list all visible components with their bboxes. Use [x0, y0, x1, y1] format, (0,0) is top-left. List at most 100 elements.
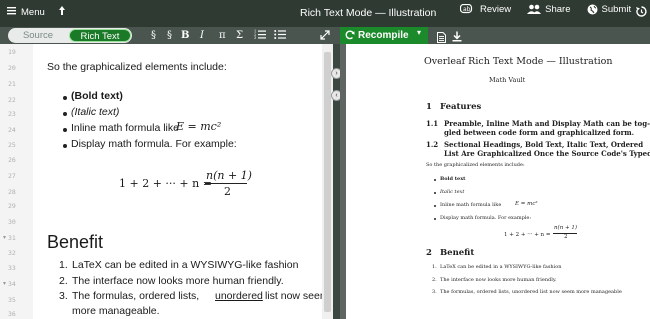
ordered-list-item-wrap: more manageable. [72, 305, 160, 317]
subsection-button[interactable]: § [167, 27, 172, 44]
line-number: 24 [8, 126, 16, 134]
submit-button[interactable]: Submit [587, 4, 632, 15]
fold-arrow-icon[interactable]: ▾ [3, 280, 6, 287]
review-icon: ab [460, 4, 476, 15]
italic-button[interactable]: I [200, 27, 204, 44]
spellcheck-underlined-word: unordered [215, 290, 263, 302]
svg-text:3: 3 [254, 36, 256, 39]
bullet-item: (Italic text) [71, 106, 120, 118]
pdf-subsection-number: 1.2 [426, 140, 439, 149]
formula-numerator: n(n + 1) [206, 169, 252, 182]
numbered-list-button[interactable]: 123 [254, 27, 266, 44]
refresh-icon [345, 30, 355, 43]
line-number: 33 [8, 264, 16, 272]
pdf-subsection-line: gled between code form and graphicalized… [444, 128, 635, 137]
pdf-subsection-line: Sectional Headings, Bold Text, Italic Te… [444, 140, 644, 149]
recompile-button[interactable]: Recompile ▾ [340, 27, 428, 44]
fold-arrow-icon[interactable]: ▾ [3, 234, 6, 241]
formula-lhs: 1 + 2 + ··· + n = [119, 177, 212, 190]
pdf-title: Overleaf Rich Text Mode — Illustration [424, 56, 613, 67]
pane-splitter[interactable] [333, 44, 340, 319]
pdf-section-title: Benefit [440, 248, 475, 258]
rich-text-mode-button[interactable]: Rich Text [69, 29, 131, 42]
line-number: 26 [8, 156, 16, 164]
line-number: 32 [8, 249, 16, 257]
numbered-list-icon: 123 [254, 29, 266, 42]
source-mode-button[interactable]: Source [8, 30, 68, 41]
inline-math-button[interactable]: π [219, 27, 226, 44]
history-icon[interactable] [636, 6, 647, 20]
pdf-list-item: The interface now looks more human frien… [440, 277, 557, 283]
bold-button[interactable]: B [181, 27, 189, 44]
ordered-list-item: The interface now looks more human frien… [72, 275, 284, 287]
globe-icon [587, 4, 598, 15]
line-number: 19 [8, 48, 16, 56]
editor-toolbar: Source Rich Text § § B I π Σ 123 [0, 27, 340, 44]
pdf-section-number: 1 [426, 102, 432, 112]
line-number: 25 [8, 141, 16, 149]
up-arrow-icon[interactable] [58, 5, 66, 19]
line-number: 35 [8, 296, 16, 304]
bullet-marker [63, 144, 67, 148]
menu-button[interactable]: Menu [7, 6, 45, 18]
preview-toolbar: Recompile ▾ [340, 27, 650, 44]
review-label: Review [480, 4, 512, 15]
pdf-section-number: 2 [426, 248, 432, 258]
line-number: 27 [8, 172, 16, 180]
formula-denominator: 2 [224, 185, 231, 198]
rich-text-editor[interactable]: So the graphicalized elements include: (… [33, 44, 322, 319]
pdf-subsection-line: List Are Graphicalized Once the Source C… [444, 149, 650, 158]
share-users-icon [527, 4, 542, 15]
bullet-item: (Bold text) [71, 90, 123, 102]
bullet-marker [63, 96, 67, 100]
list-number: 3. [59, 290, 68, 302]
menu-icon [7, 6, 16, 18]
review-button[interactable]: ab Review [460, 4, 511, 15]
bullet-item: Inline math formula like [71, 122, 179, 134]
pdf-list-number: 2. [432, 277, 437, 283]
pdf-subsection-number: 1.1 [426, 119, 439, 128]
pdf-bullet-item: Italic text [440, 189, 465, 195]
topbar-actions: ab Review Share Submit [460, 4, 647, 15]
svg-text:ab: ab [463, 6, 471, 13]
ordered-list-item: LaTeX can be edited in a WYSIWYG-like fa… [72, 259, 299, 271]
recompile-label: Recompile [358, 30, 409, 41]
pdf-bullet-marker [434, 205, 436, 207]
pdf-subsection-line: Preamble, Inline Math and Display Math c… [444, 119, 650, 128]
bullet-marker [63, 112, 67, 116]
bulleted-list-button[interactable] [274, 27, 286, 44]
line-number: 29 [8, 202, 16, 210]
section-button[interactable]: § [151, 27, 156, 44]
bulleted-list-icon [274, 29, 286, 42]
pdf-section-title: Features [440, 102, 482, 112]
submit-label: Submit [601, 4, 632, 15]
project-title: Rich Text Mode — Illustration [300, 7, 437, 19]
section-heading: Benefit [47, 232, 104, 252]
editor-mode-toggle[interactable]: Source Rich Text [8, 28, 132, 43]
line-number: 30 [8, 218, 16, 226]
editor-scrollbar-thumb[interactable] [324, 52, 331, 312]
expand-icon[interactable] [320, 30, 330, 43]
share-label: Share [545, 4, 571, 15]
pdf-list-item: The formulas, ordered lists, unordered l… [440, 289, 622, 295]
line-number: 36 [8, 310, 16, 318]
line-number-gutter: 19 20 21 22 23 24 25 26 27 28 29 30 31 3… [0, 44, 33, 319]
pdf-inline-formula: E = mc² [515, 201, 538, 207]
top-bar: Menu Rich Text Mode — Illustration ab Re… [0, 0, 650, 27]
line-number: 23 [8, 110, 16, 118]
pdf-paragraph: So the graphicalized elements include: [426, 162, 525, 168]
pdf-bullet-item: Display math formula. For example: [440, 215, 532, 221]
line-number: 22 [8, 96, 16, 104]
ordered-list-item-continued: list now seem [265, 290, 322, 302]
pdf-page[interactable]: Overleaf Rich Text Mode — Illustration M… [346, 44, 650, 319]
chevron-down-icon[interactable]: ▾ [417, 28, 421, 37]
pdf-bullet-marker [434, 218, 436, 220]
list-number: 1. [59, 259, 68, 271]
pdf-bullet-item: Inline math formula like [440, 202, 502, 208]
pdf-display-lhs: 1 + 2 + ··· + n = [504, 232, 551, 238]
pdf-bullet-item: Bold text [440, 176, 466, 182]
inline-math-formula[interactable]: E = mc² [176, 120, 221, 133]
fraction-bar [205, 183, 247, 184]
share-button[interactable]: Share [527, 4, 571, 15]
display-math-button[interactable]: Σ [236, 27, 243, 44]
